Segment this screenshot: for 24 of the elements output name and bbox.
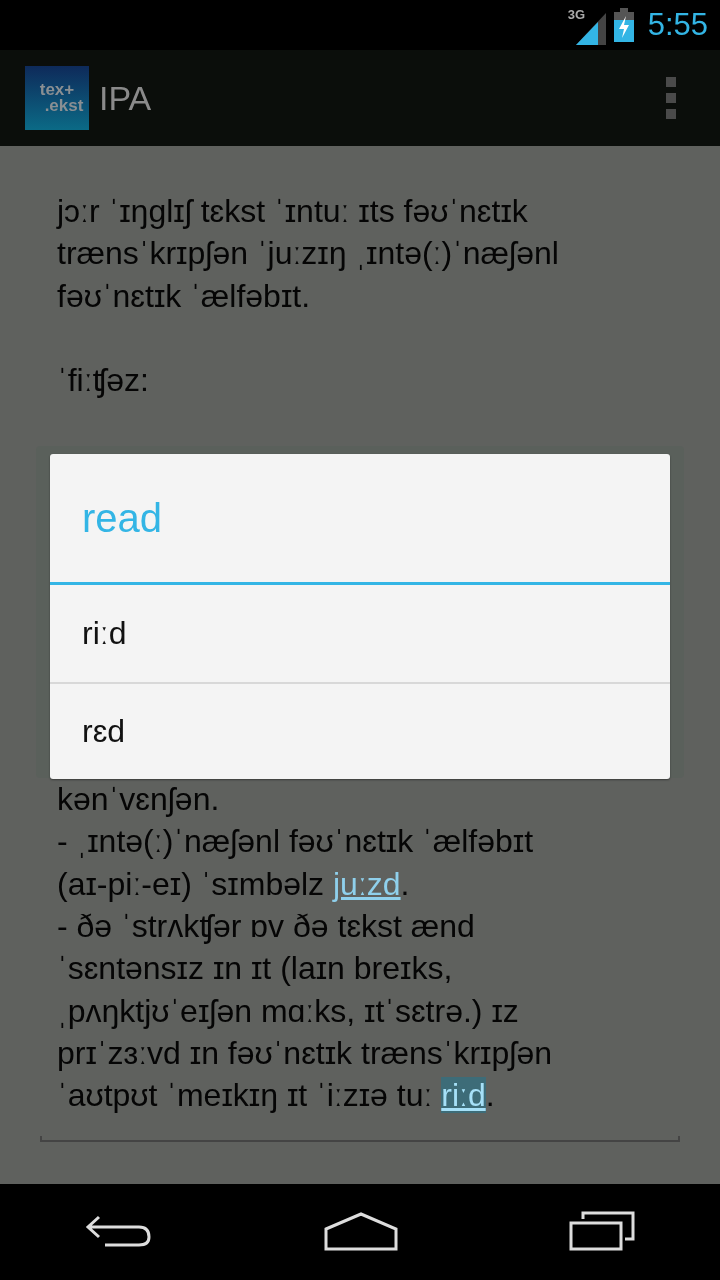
- link[interactable]: juːzd: [333, 865, 401, 902]
- network-label: 3G: [567, 7, 585, 22]
- text-line: ˈfiːʧəz:: [57, 360, 150, 400]
- text-line: jɔːr ˈɪŋglɪʃ tɛkst ˈɪntuː ɪts fəʊˈnɛtɪk: [57, 192, 529, 231]
- text-line: ˈsɛntənsɪz ɪn ɪt (laɪn breɪks,: [57, 949, 454, 989]
- home-icon[interactable]: [324, 1210, 398, 1254]
- text-line: fəʊˈnɛtɪk ˈælfəbɪt.: [57, 276, 312, 316]
- text-line: kənˈvɛnʃən.: [57, 780, 221, 820]
- text-line: ˈaʊtpʊt ˈmeɪkɪŋ ɪt ˈiːzɪə tuː riːd.: [57, 1076, 496, 1116]
- dialog-option[interactable]: riːd: [50, 585, 670, 682]
- link[interactable]: riːd: [441, 1077, 486, 1114]
- text-line: ˌpʌŋktjʊˈeɪʃən mɑːks, ɪtˈsɛtrə.) ɪz: [57, 991, 520, 1031]
- recent-apps-icon[interactable]: [568, 1210, 635, 1254]
- text-line: - ˌɪntə(ː)ˈnæʃənl fəʊˈnɛtɪk ˈælfəbɪt: [57, 822, 535, 862]
- clock: 5:55: [647, 7, 708, 43]
- battery-icon: [613, 8, 634, 42]
- text-line: - ðə ˈstrʌkʧər ɒv ðə tɛkst ænd: [57, 907, 476, 947]
- app-title: IPA: [99, 78, 153, 118]
- text-line: prɪˈzɜːvd ɪn fəʊˈnɛtɪk trænsˈkrɪpʃən: [57, 1033, 553, 1073]
- dialog-title: read: [50, 454, 670, 585]
- app-logo[interactable]: tex+ .ekst: [25, 66, 89, 130]
- text-line: trænsˈkrɪpʃən ˈjuːzɪŋ ˌɪntə(ː)ˈnæʃənl: [57, 234, 560, 274]
- dialog-option[interactable]: rɛd: [50, 682, 670, 779]
- text-line: (aɪ-piː-eɪ) ˈsɪmbəlz juːzd.: [57, 864, 411, 904]
